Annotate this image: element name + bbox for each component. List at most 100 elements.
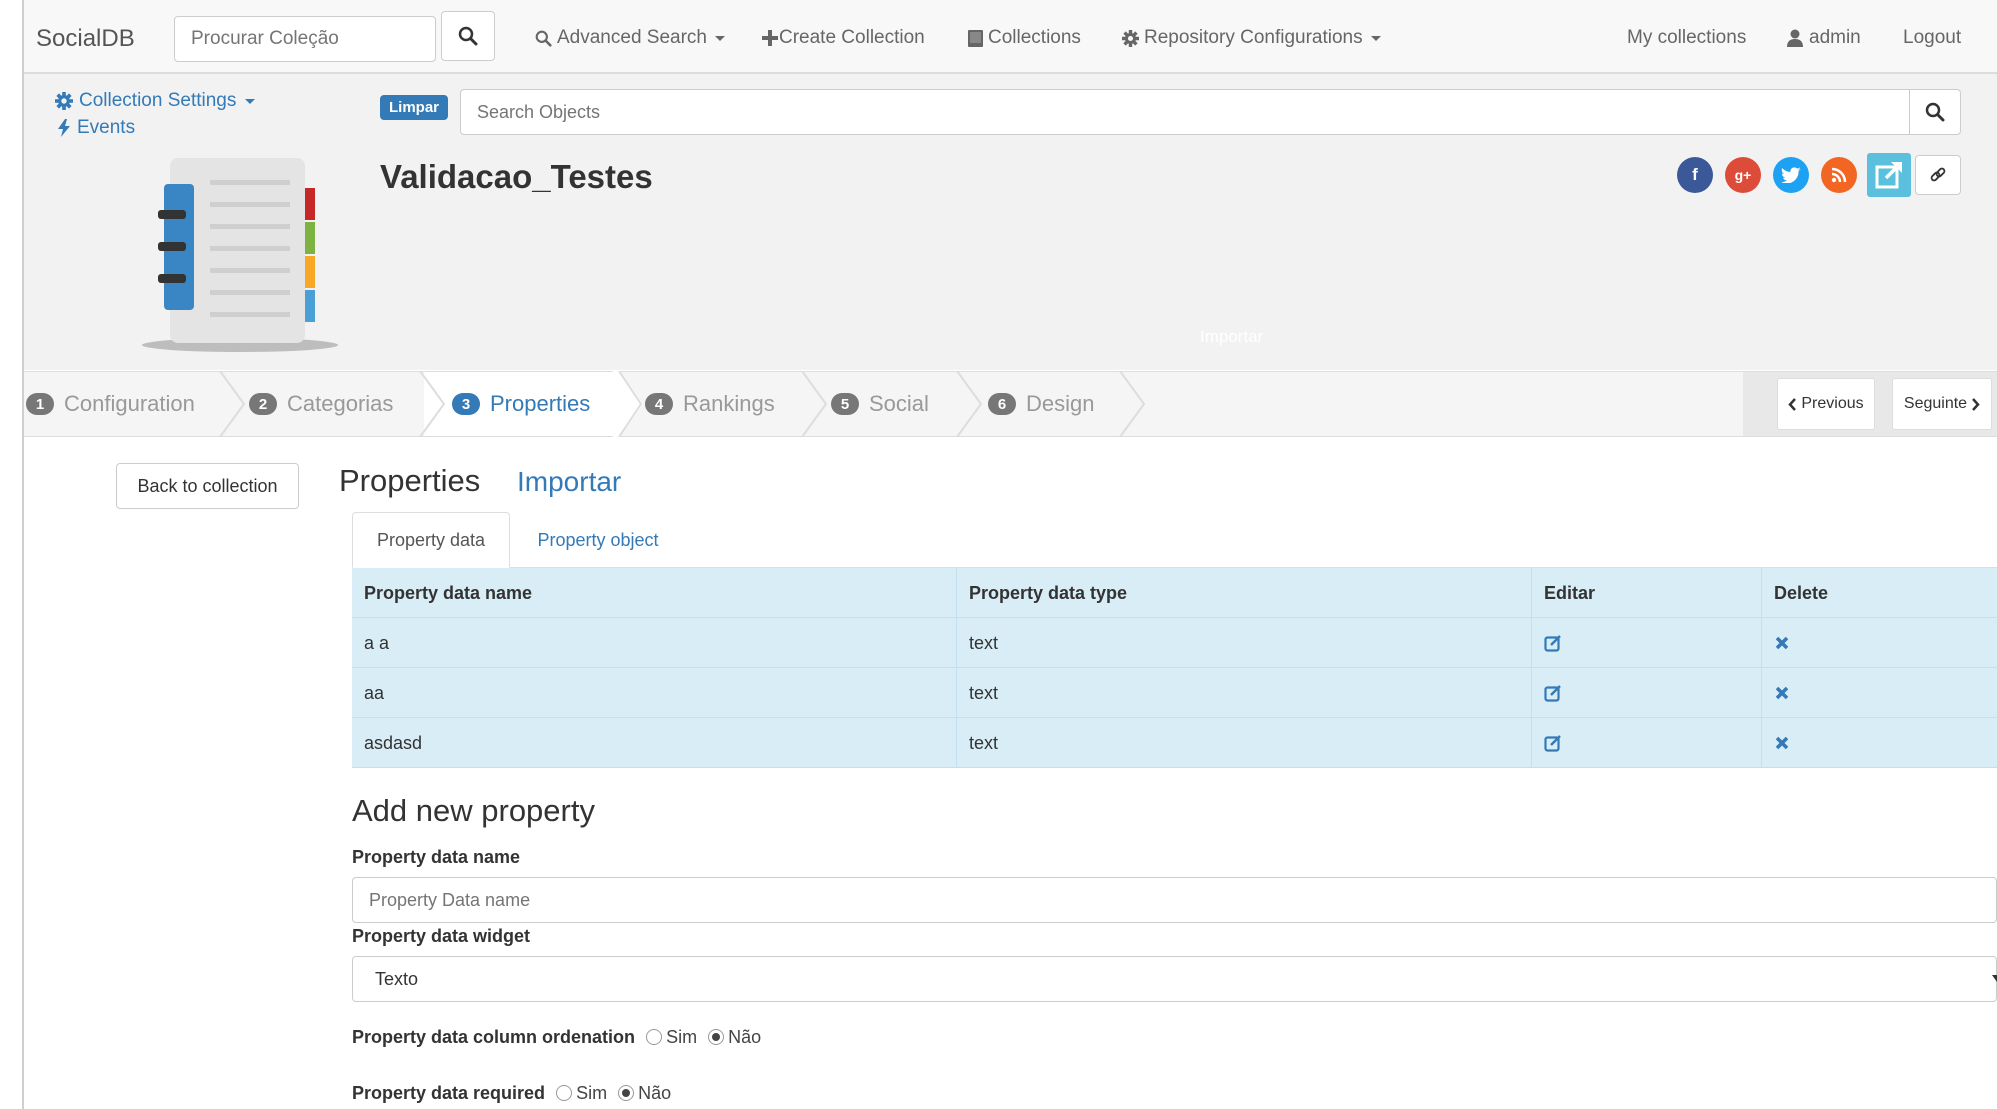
limpar-button[interactable]: Limpar xyxy=(380,95,449,120)
repository-configurations-menu[interactable]: Repository Configurations xyxy=(1122,27,1381,49)
wizard-step-categorias[interactable]: 2 Categorias xyxy=(249,371,393,437)
edit-icon[interactable] xyxy=(1544,684,1562,702)
step-number-badge: 1 xyxy=(26,393,54,415)
advanced-search-menu[interactable]: Advanced Search xyxy=(535,27,725,49)
table-row: asdasd text xyxy=(352,718,1997,768)
search-icon xyxy=(1925,102,1945,122)
collection-search-button[interactable] xyxy=(441,11,495,61)
step-separator xyxy=(801,371,828,437)
table-row: aa text xyxy=(352,668,1997,718)
collection-settings-menu[interactable]: Collection Settings xyxy=(55,90,256,112)
step-separator xyxy=(219,371,246,437)
ordenation-sim-radio[interactable] xyxy=(646,1029,663,1045)
delete-icon[interactable] xyxy=(1774,685,1790,701)
events-link[interactable]: Events xyxy=(57,117,135,139)
google-plus-share-icon[interactable]: g+ xyxy=(1725,157,1761,193)
create-collection-label: Create Collection xyxy=(779,27,925,48)
step-label: Social xyxy=(869,391,929,416)
column-ordenation-label: Property data column ordenation xyxy=(352,1027,636,1047)
delete-cell xyxy=(1761,668,1997,718)
facebook-share-icon[interactable]: f xyxy=(1677,157,1713,193)
copy-link-button[interactable] xyxy=(1915,155,1961,195)
notebook-icon xyxy=(142,158,338,352)
user-menu[interactable]: admin xyxy=(1786,27,1861,49)
wizard-step-properties[interactable]: 3 Properties xyxy=(452,371,590,437)
object-search-button[interactable] xyxy=(1909,89,1961,135)
events-label: Events xyxy=(77,117,136,138)
collection-title: Validacao_Testes xyxy=(380,158,653,195)
required-sim-radio[interactable] xyxy=(556,1085,573,1101)
column-header-type: Property data type xyxy=(956,568,1531,618)
delete-icon[interactable] xyxy=(1774,635,1790,651)
import-link[interactable]: Importar xyxy=(517,466,621,498)
column-header-name: Property data name xyxy=(364,582,533,603)
delete-cell xyxy=(1761,718,1997,768)
property-name-cell: aa xyxy=(364,682,385,703)
back-to-collection-button[interactable]: Back to collection xyxy=(116,463,299,509)
wizard-step-social[interactable]: 5 Social xyxy=(831,371,929,437)
step-label: Design xyxy=(1026,391,1095,416)
table-header-row: Property data name Property data type Ed… xyxy=(352,568,1997,618)
property-name-cell: a a xyxy=(364,632,390,653)
step-number-badge: 3 xyxy=(452,393,480,415)
next-step-button[interactable]: Seguinte xyxy=(1892,378,1992,430)
rss-feed-icon[interactable] xyxy=(1821,157,1857,193)
brand-logo[interactable]: SocialDB xyxy=(36,25,135,53)
property-widget-label: Property data widget xyxy=(352,926,531,946)
tab-property-data[interactable]: Property data xyxy=(352,512,510,568)
property-widget-value: Texto xyxy=(375,969,419,989)
wizard-step-configuration[interactable]: 1 Configuration xyxy=(26,371,195,437)
column-header-delete: Delete xyxy=(1761,568,1997,618)
external-link-icon xyxy=(1875,162,1902,189)
tab-property-object[interactable]: Property object xyxy=(515,512,681,568)
edit-icon[interactable] xyxy=(1544,634,1562,652)
delete-cell xyxy=(1761,618,1997,668)
collection-settings-label: Collection Settings xyxy=(79,90,237,111)
user-name: admin xyxy=(1809,27,1861,48)
step-number-badge: 6 xyxy=(988,393,1016,415)
required-label: Property data required xyxy=(352,1083,546,1103)
collections-link[interactable]: Collections xyxy=(968,27,1081,49)
step-number-badge: 5 xyxy=(831,393,859,415)
hidden-import-link[interactable]: Importar xyxy=(1200,327,1263,347)
required-nao-radio[interactable] xyxy=(618,1085,635,1101)
object-search-input[interactable] xyxy=(460,89,1910,135)
caret-down-icon xyxy=(715,35,725,41)
book-icon xyxy=(968,29,983,47)
edit-icon[interactable] xyxy=(1544,734,1562,752)
edit-cell xyxy=(1531,618,1761,668)
step-label: Rankings xyxy=(683,391,775,416)
ordenation-nao-label: Não xyxy=(728,1027,762,1047)
previous-step-button[interactable]: Previous xyxy=(1777,378,1875,430)
ordenation-nao-radio[interactable] xyxy=(708,1029,725,1045)
next-label: Seguinte xyxy=(1903,395,1968,412)
chevron-left-icon xyxy=(1788,397,1797,411)
required-nao-label: Não xyxy=(638,1083,672,1103)
step-label: Properties xyxy=(490,391,591,416)
edit-cell xyxy=(1531,668,1761,718)
required-sim-label: Sim xyxy=(576,1083,608,1103)
twitter-bird-icon xyxy=(1781,167,1801,183)
edit-cell xyxy=(1531,718,1761,768)
caret-down-icon xyxy=(245,98,256,104)
column-header-edit: Editar xyxy=(1531,568,1761,618)
properties-title: Properties xyxy=(339,463,481,498)
ordenation-sim-label: Sim xyxy=(666,1027,698,1047)
rss-icon xyxy=(1831,167,1847,183)
wizard-step-rankings[interactable]: 4 Rankings xyxy=(645,371,775,437)
step-label: Categorias xyxy=(287,391,394,416)
property-type-cell: text xyxy=(956,718,1531,768)
property-widget-select[interactable]: Texto xyxy=(352,956,1997,1002)
twitter-share-icon[interactable] xyxy=(1773,157,1809,193)
wizard-step-design[interactable]: 6 Design xyxy=(988,371,1094,437)
step-separator xyxy=(1119,371,1146,437)
my-collections-link[interactable]: My collections xyxy=(1627,27,1746,49)
delete-icon[interactable] xyxy=(1774,735,1790,751)
required-group: Property data required Sim Não xyxy=(352,1083,671,1104)
create-collection-link[interactable]: Create Collection xyxy=(762,27,925,49)
external-share-button[interactable] xyxy=(1867,153,1911,197)
logout-link[interactable]: Logout xyxy=(1903,27,1961,49)
collection-search-input[interactable] xyxy=(174,16,436,62)
link-icon xyxy=(1930,167,1946,182)
property-name-input[interactable] xyxy=(352,877,1997,923)
